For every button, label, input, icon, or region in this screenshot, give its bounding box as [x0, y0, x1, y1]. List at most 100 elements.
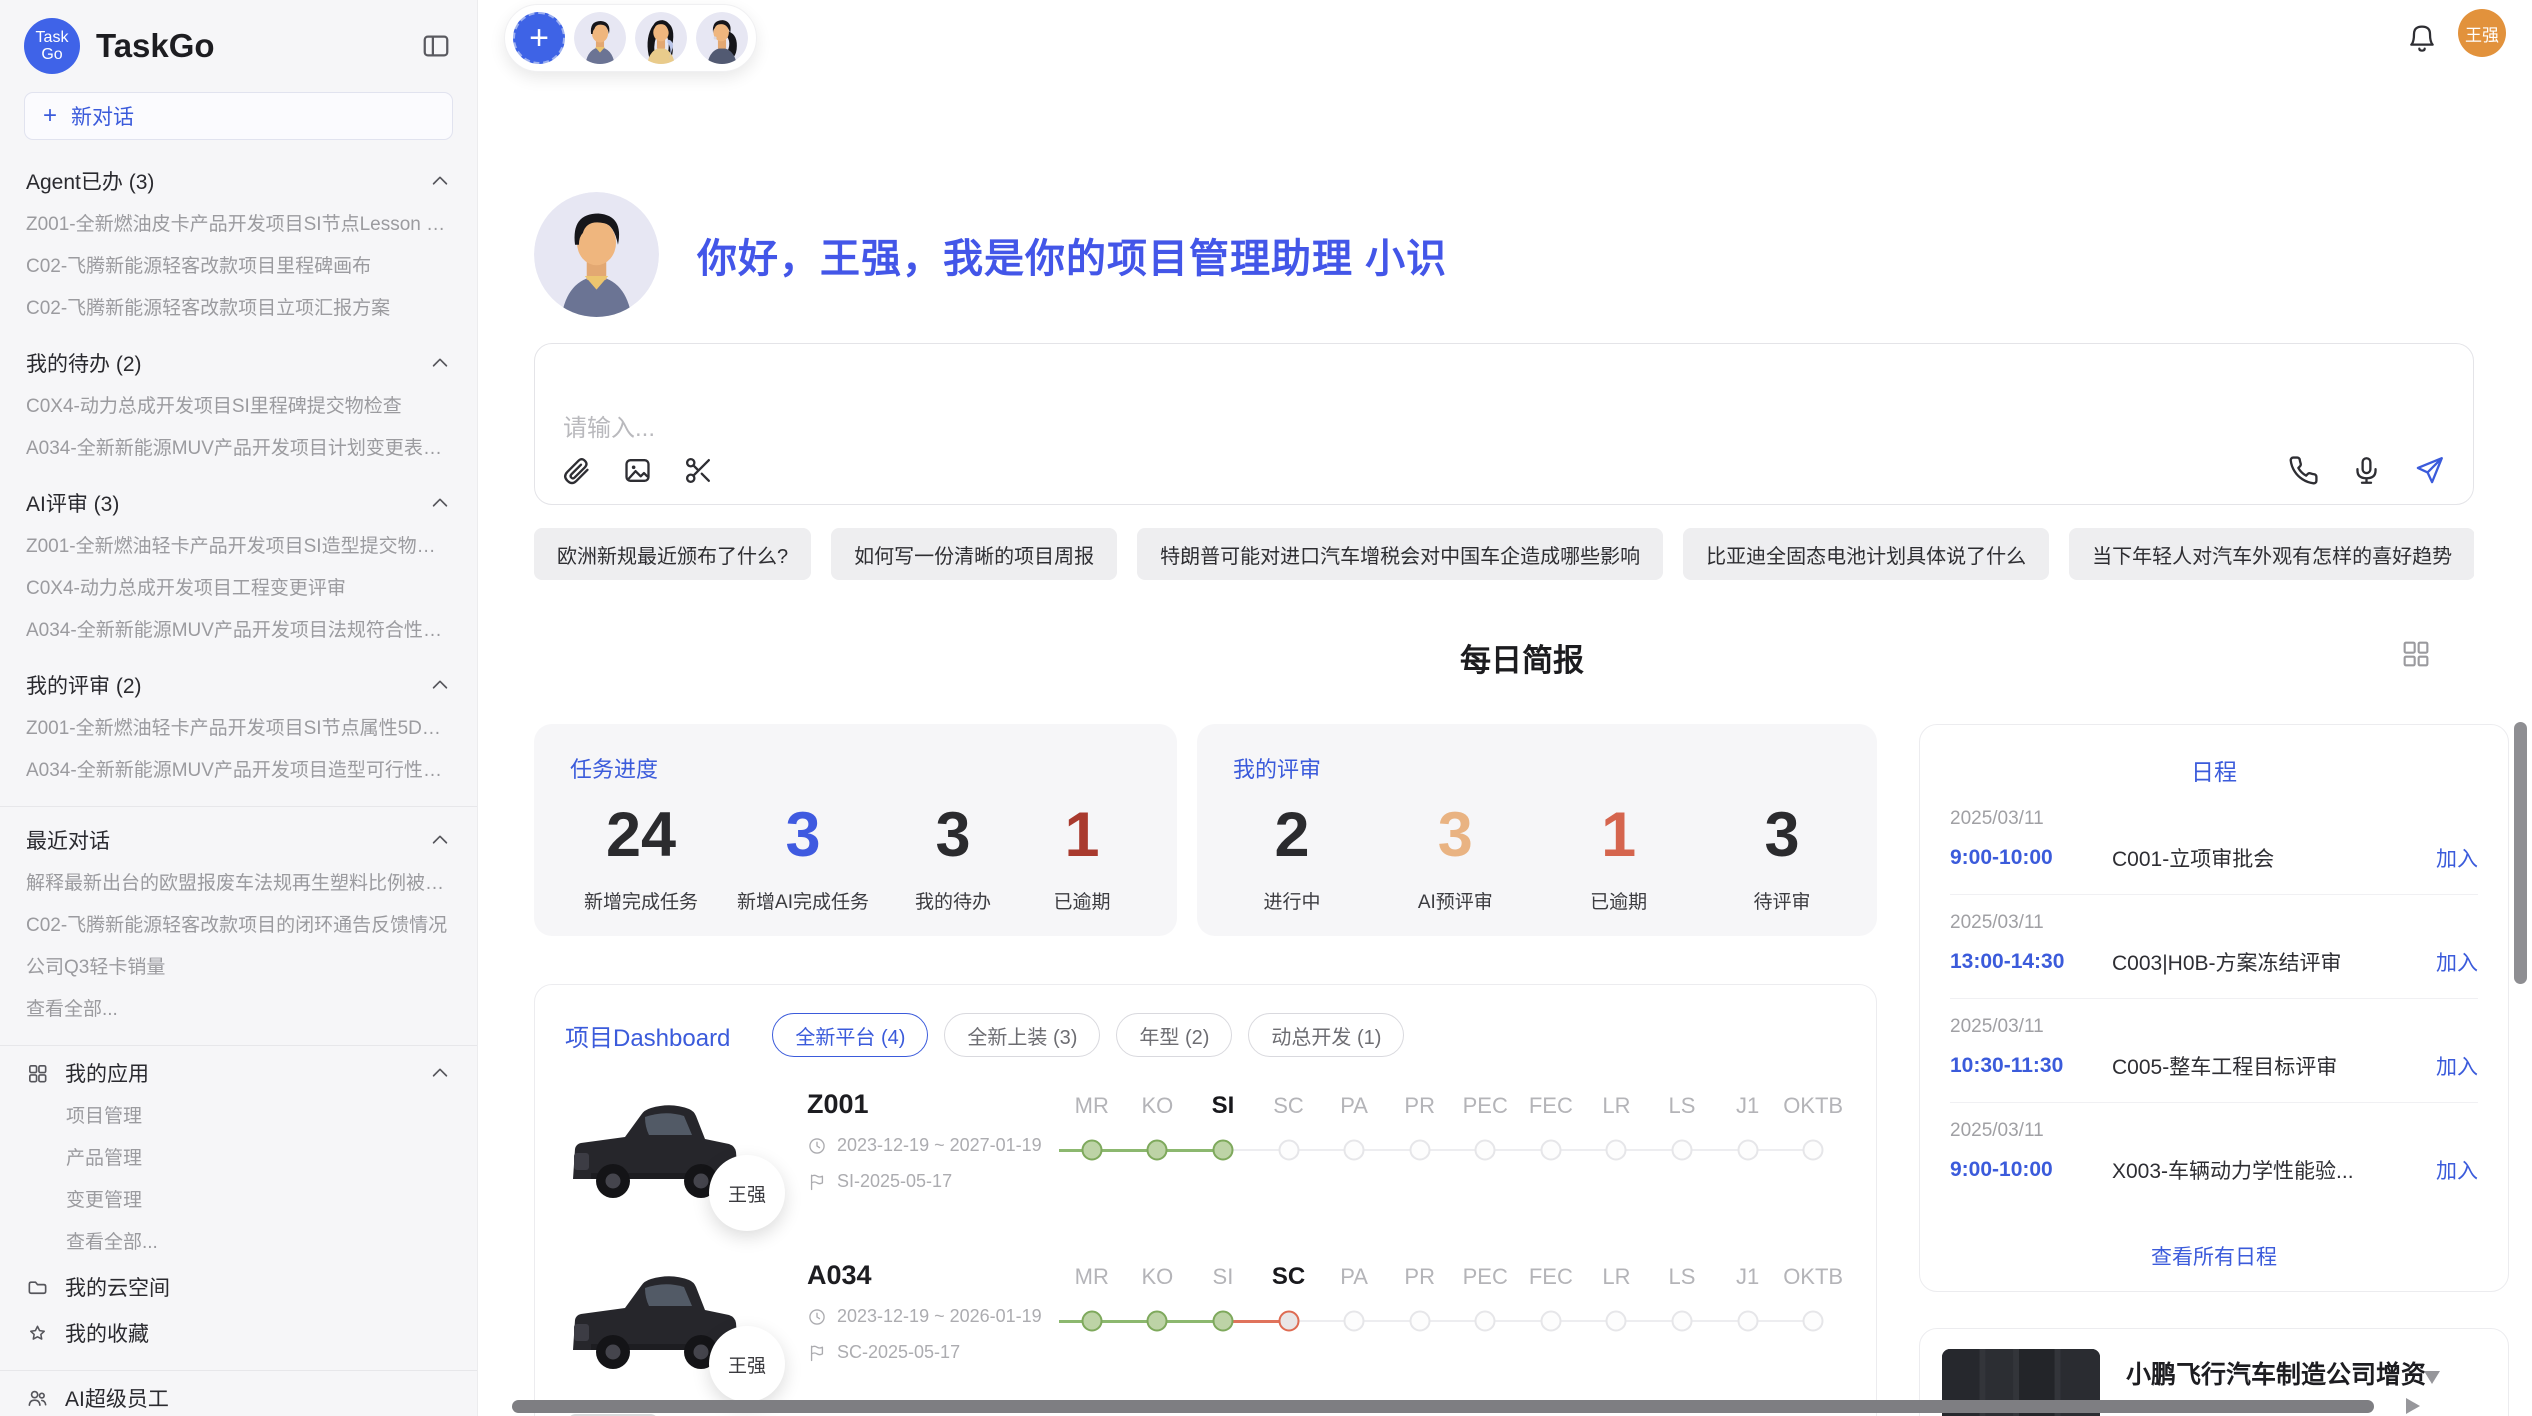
sidebar-section-header[interactable]: 我的待办 (2): [26, 340, 451, 386]
left-column: 任务进度24新增完成任务3新增AI完成任务3我的待办1已逾期我的评审2进行中3A…: [534, 724, 1877, 1416]
sidebar-view-all[interactable]: 查看全部...: [26, 1222, 451, 1264]
sidebar-item-recent[interactable]: 公司Q3轻卡销量: [26, 947, 451, 989]
sidebar-item[interactable]: Z001-全新燃油皮卡产品开发项目SI节点Lesson Learn报告: [26, 204, 451, 246]
vertical-scrollbar-thumb[interactable]: [2514, 722, 2527, 984]
agent-avatar-1[interactable]: [574, 12, 626, 64]
milestone-node-cell: [1387, 1308, 1453, 1334]
suggestion-chip[interactable]: 欧洲新规最近颁布了什么?: [534, 528, 811, 580]
dashboard-filter-pill[interactable]: 全新平台 (4): [772, 1013, 928, 1057]
project-row[interactable]: 王强Z0012023-12-19 ~ 2027-01-19SI-2025-05-…: [565, 1087, 1846, 1215]
divider: [0, 1045, 477, 1046]
sidebar-section-header[interactable]: Agent已办 (3): [26, 158, 451, 204]
schedule-list: 2025/03/119:00-10:00C001-立项审批会加入2025/03/…: [1950, 791, 2478, 1206]
dashboard-filter-pill[interactable]: 年型 (2): [1116, 1013, 1232, 1057]
project-info: A0342023-12-19 ~ 2026-01-19SC-2025-05-17: [807, 1258, 1059, 1363]
sidebar-item-cloud-space[interactable]: 我的云空间: [26, 1264, 451, 1310]
event-join-link[interactable]: 加入: [2436, 1051, 2478, 1081]
attachment-icon[interactable]: [561, 455, 592, 486]
project-image: 王强: [565, 1258, 745, 1386]
sidebar-item[interactable]: A034-全新新能源MUV产品开发项目造型可行性评审: [26, 750, 451, 792]
suggestion-chip[interactable]: 特朗普可能对进口汽车增税会对中国车企造成哪些影响: [1137, 528, 1663, 580]
sidebar: Task Go TaskGo + 新对话 Agent已办 (3)Z001-全新燃…: [0, 0, 478, 1416]
milestone-node: [1409, 1140, 1430, 1161]
sidebar-view-all[interactable]: 查看全部...: [26, 989, 451, 1031]
stat-value: 3: [1410, 796, 1500, 875]
voice-call-icon[interactable]: [2288, 455, 2319, 486]
sidebar-section-header[interactable]: 我的评审 (2): [26, 662, 451, 708]
scroll-down-arrow[interactable]: [2424, 1371, 2440, 1384]
sidebar-row-label: 我的应用: [65, 1058, 413, 1088]
sidebar-item-favorites[interactable]: 我的收藏: [26, 1310, 451, 1356]
sidebar-item-recent[interactable]: 解释最新出台的欧盟报废车法规再生塑料比例被调至15%...: [26, 863, 451, 905]
event-join-link[interactable]: 加入: [2436, 1155, 2478, 1185]
layout-grid-icon[interactable]: [2400, 638, 2432, 670]
suggestion-chip[interactable]: 如何写一份清晰的项目周报: [831, 528, 1117, 580]
event-join-link[interactable]: 加入: [2436, 947, 2478, 977]
input-attachments: [561, 455, 714, 486]
stat-label: 新增完成任务: [584, 887, 698, 914]
milestone-node-cell: [1256, 1308, 1322, 1334]
add-agent-button[interactable]: +: [513, 12, 565, 64]
milestone-node-cell: [1715, 1308, 1781, 1334]
sidebar-item[interactable]: Z001-全新燃油轻卡产品开发项目SI节点属性5D文件评审: [26, 708, 451, 750]
milestone-node-cell: [1059, 1137, 1125, 1163]
sidebar-item-my-apps[interactable]: 我的应用: [26, 1050, 451, 1096]
sidebar-item[interactable]: C0X4-动力总成开发项目SI里程碑提交物检查: [26, 386, 451, 428]
suggestion-chip[interactable]: 比亚迪全固态电池计划具体说了什么: [1683, 528, 2049, 580]
stat-value: 3: [908, 796, 998, 875]
sidebar-app-item[interactable]: 项目管理: [26, 1096, 451, 1138]
stat-columns: 2进行中3AI预评审1已逾期3待评审: [1233, 796, 1841, 914]
project-row[interactable]: 王强 A0342023-12-19 ~ 2026-01-19SC-2025-05-…: [565, 1258, 1846, 1386]
sidebar-item[interactable]: C0X4-动力总成开发项目工程变更评审: [26, 568, 451, 610]
sidebar-item[interactable]: Z001-全新燃油轻卡产品开发项目SI造型提交物评审: [26, 526, 451, 568]
milestone-node-cell: [1584, 1308, 1650, 1334]
sidebar-app-item[interactable]: 变更管理: [26, 1180, 451, 1222]
schedule-view-all[interactable]: 查看所有日程: [1950, 1241, 2478, 1275]
event-join-link[interactable]: 加入: [2436, 843, 2478, 873]
scroll-right-arrow[interactable]: [2406, 1398, 2420, 1414]
milestone-label: PA: [1321, 1262, 1387, 1298]
stat-card-title: 我的评审: [1233, 752, 1841, 784]
stat-value: 3: [737, 796, 869, 875]
agent-avatar-2[interactable]: [635, 12, 687, 64]
sidebar-item-ai-staff[interactable]: AI超级员工: [26, 1375, 451, 1416]
sidebar-app-item[interactable]: 产品管理: [26, 1138, 451, 1180]
agent-avatar-3[interactable]: [696, 12, 748, 64]
folder-icon: [26, 1276, 49, 1299]
sidebar-section-label: 我的待办 (2): [26, 348, 142, 378]
milestone-label: PR: [1387, 1091, 1453, 1127]
project-flag: SC-2025-05-17: [807, 1342, 1059, 1363]
milestone-node: [1606, 1311, 1627, 1332]
new-chat-button[interactable]: + 新对话: [24, 92, 453, 140]
sidebar-section-header[interactable]: AI评审 (3): [26, 480, 451, 526]
milestone-label: OKTB: [1780, 1262, 1846, 1298]
milestone-label: LS: [1649, 1262, 1715, 1298]
send-icon[interactable]: [2414, 455, 2445, 486]
milestone-node-cell: [1518, 1137, 1584, 1163]
sidebar-section-header[interactable]: 最近对话: [26, 817, 451, 863]
screenshot-icon[interactable]: [683, 455, 714, 486]
suggestion-chip[interactable]: 当下年轻人对汽车外观有怎样的喜好趋势: [2069, 528, 2474, 580]
plus-icon: +: [43, 104, 57, 128]
sidebar-item[interactable]: C02-飞腾新能源轻客改款项目立项汇报方案: [26, 288, 451, 330]
sidebar-collapse-icon[interactable]: [421, 31, 451, 61]
user-avatar[interactable]: 王强: [2458, 9, 2506, 57]
sidebar-item[interactable]: C02-飞腾新能源轻客改款项目里程碑画布: [26, 246, 451, 288]
sidebar-item[interactable]: A034-全新新能源MUV产品开发项目法规符合性评审: [26, 610, 451, 652]
chat-input[interactable]: 请输入...: [534, 343, 2474, 505]
sidebar-item-recent[interactable]: C02-飞腾新能源轻客改款项目的闭环通告反馈情况: [26, 905, 451, 947]
milestone-node: [1344, 1311, 1365, 1332]
event-title: C003|H0B-方案冻结评审: [2112, 947, 2424, 977]
horizontal-scrollbar-thumb[interactable]: [512, 1400, 2374, 1413]
microphone-icon[interactable]: [2351, 455, 2382, 486]
dashboard-filter-pill[interactable]: 动总开发 (1): [1248, 1013, 1404, 1057]
notification-bell-icon[interactable]: [2406, 22, 2438, 54]
dashboard-filter-pill[interactable]: 全新上装 (3): [944, 1013, 1100, 1057]
project-code: Z001: [807, 1089, 1059, 1120]
stats-row: 任务进度24新增完成任务3新增AI完成任务3我的待办1已逾期我的评审2进行中3A…: [534, 724, 1877, 936]
greeting-text: 你好，王强，我是你的项目管理助理 小识: [697, 226, 1447, 284]
image-upload-icon[interactable]: [622, 455, 653, 486]
chevron-up-icon: [429, 829, 451, 851]
event-date: 2025/03/11: [1950, 808, 2478, 830]
sidebar-item[interactable]: A034-全新新能源MUV产品开发项目计划变更表编写: [26, 428, 451, 470]
